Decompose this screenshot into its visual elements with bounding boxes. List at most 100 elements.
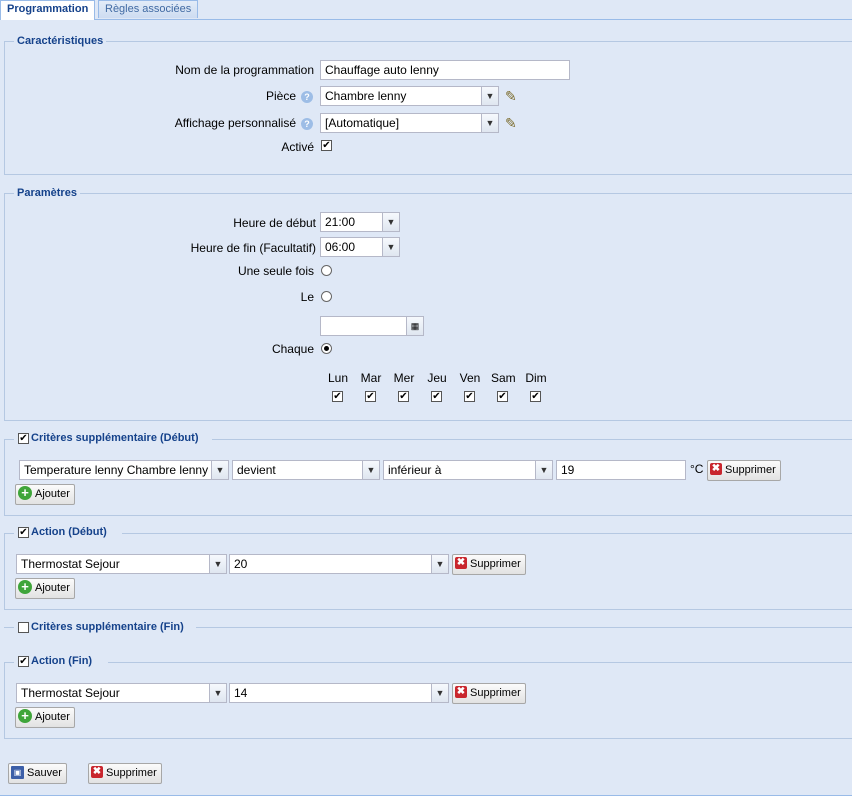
day-label-sam: Sam (491, 371, 516, 385)
action-end-value-select[interactable]: 14 ▼ (229, 683, 449, 703)
tab-programmation[interactable]: Programmation (0, 0, 96, 20)
criteria-condition-select[interactable]: devient ▼ (232, 460, 380, 480)
pencil-icon[interactable]: ✎ (505, 116, 517, 130)
chevron-down-icon[interactable]: ▼ (481, 114, 498, 132)
room-select-value: Chambre lenny (325, 89, 407, 103)
help-icon[interactable]: ? (301, 118, 313, 130)
add-icon: + (18, 580, 32, 595)
every-radio[interactable] (321, 343, 332, 354)
chevron-down-icon[interactable]: ▼ (211, 461, 228, 479)
room-select[interactable]: Chambre lenny ▼ (320, 86, 499, 106)
day-checkbox-lun[interactable]: ✔ (332, 391, 343, 402)
delete-icon: ✖ (91, 766, 103, 779)
action-end-device-value: Thermostat Sejour (21, 686, 120, 700)
floppy-disk-icon: ▣ (11, 765, 24, 779)
tab-regles-associees[interactable]: Règles associées (98, 0, 199, 18)
day-checkbox-sam[interactable]: ✔ (497, 391, 508, 402)
chevron-down-icon[interactable]: ▼ (382, 238, 399, 256)
criteria-operator-select[interactable]: inférieur à ▼ (383, 460, 553, 480)
add-icon: + (18, 486, 32, 501)
once-label: Une seule fois (237, 264, 314, 278)
room-label: Pièce (265, 89, 296, 103)
name-label: Nom de la programmation (175, 63, 314, 77)
tab-label: Règles associées (105, 3, 192, 15)
end-time-select[interactable]: 06:00 ▼ (320, 237, 400, 257)
criteria-sensor-value: Temperature lenny Chambre lenny (24, 463, 209, 477)
add-icon: + (18, 709, 32, 724)
active-checkbox[interactable]: ✔ (321, 140, 332, 151)
action-start-checkbox[interactable]: ✔ (18, 527, 29, 538)
tab-label: Programmation (7, 3, 89, 15)
action-start-add-button[interactable]: + Ajouter (15, 578, 75, 599)
name-input[interactable]: Chauffage auto lenny (320, 60, 570, 80)
end-time-value: 06:00 (325, 240, 356, 254)
delete-label: Supprimer (725, 464, 776, 476)
chevron-down-icon[interactable]: ▼ (209, 684, 226, 702)
delete-icon: ✖ (455, 686, 467, 699)
chevron-down-icon[interactable]: ▼ (481, 87, 498, 105)
action-start-device-select[interactable]: Thermostat Sejour ▼ (16, 554, 227, 574)
legend-parametres: Paramètres (14, 187, 80, 200)
action-start-legend-text: Action (Début) (31, 526, 107, 539)
delete-button[interactable]: ✖ Supprimer (88, 763, 162, 784)
delete-label: Supprimer (470, 558, 521, 570)
criteria-sensor-select[interactable]: Temperature lenny Chambre lenny ▼ (19, 460, 229, 480)
criteria-start-add-button[interactable]: + Ajouter (15, 484, 75, 505)
start-time-select[interactable]: 21:00 ▼ (320, 212, 400, 232)
criteria-value-input[interactable]: 19 (556, 460, 686, 480)
delete-icon: ✖ (710, 463, 722, 476)
chevron-down-icon[interactable]: ▼ (431, 684, 448, 702)
action-start-device-value: Thermostat Sejour (21, 557, 120, 571)
day-label-dim: Dim (525, 371, 547, 385)
day-checkbox-jeu[interactable]: ✔ (431, 391, 442, 402)
chevron-down-icon[interactable]: ▼ (535, 461, 552, 479)
action-end-legend-text: Action (Fin) (31, 655, 93, 668)
help-icon[interactable]: ? (301, 91, 313, 103)
action-end-add-button[interactable]: + Ajouter (15, 707, 75, 728)
save-label: Sauver (27, 767, 62, 779)
calendar-icon[interactable]: ▦ (406, 317, 423, 335)
criteria-end-checkbox[interactable] (18, 622, 29, 633)
day-checkbox-mar[interactable]: ✔ (365, 391, 376, 402)
add-label: Ajouter (35, 488, 70, 500)
criteria-operator-value: inférieur à (388, 463, 442, 477)
add-label: Ajouter (35, 711, 70, 723)
day-label-mar: Mar (360, 371, 382, 385)
start-time-value: 21:00 (325, 215, 356, 229)
pencil-icon[interactable]: ✎ (505, 89, 517, 103)
day-label-jeu: Jeu (427, 371, 447, 385)
action-start-value-select[interactable]: 20 ▼ (229, 554, 449, 574)
day-label-lun: Lun (327, 371, 349, 385)
save-button[interactable]: ▣ Sauver (8, 763, 67, 784)
criteria-start-delete-button[interactable]: ✖ Supprimer (707, 460, 781, 481)
on-date-radio[interactable] (321, 291, 332, 302)
action-end-checkbox[interactable]: ✔ (18, 656, 29, 667)
chevron-down-icon[interactable]: ▼ (382, 213, 399, 231)
day-checkbox-dim[interactable]: ✔ (530, 391, 541, 402)
active-label: Activé (281, 140, 314, 154)
chevron-down-icon[interactable]: ▼ (431, 555, 448, 573)
legend-caracteristiques: Caractéristiques (14, 35, 107, 48)
action-end-device-select[interactable]: Thermostat Sejour ▼ (16, 683, 227, 703)
criteria-start-checkbox[interactable]: ✔ (18, 433, 29, 444)
criteria-start-legend-text: Critères supplémentaire (Début) (31, 432, 199, 445)
action-end-delete-button[interactable]: ✖ Supprimer (452, 683, 526, 704)
once-radio[interactable] (321, 265, 332, 276)
date-field[interactable]: ▦ (320, 316, 424, 336)
start-time-label: Heure de début (233, 216, 316, 230)
day-label-mer: Mer (393, 371, 415, 385)
action-start-delete-button[interactable]: ✖ Supprimer (452, 554, 526, 575)
add-label: Ajouter (35, 582, 70, 594)
criteria-condition-value: devient (237, 463, 276, 477)
display-select-value: [Automatique] (325, 116, 400, 130)
day-checkbox-ven[interactable]: ✔ (464, 391, 475, 402)
action-start-value: 20 (234, 557, 248, 571)
chevron-down-icon[interactable]: ▼ (362, 461, 379, 479)
criteria-unit: °C (690, 462, 704, 476)
criteria-end-legend-text: Critères supplémentaire (Fin) (31, 621, 184, 634)
chevron-down-icon[interactable]: ▼ (209, 555, 226, 573)
delete-icon: ✖ (455, 557, 467, 570)
day-checkbox-mer[interactable]: ✔ (398, 391, 409, 402)
display-select[interactable]: [Automatique] ▼ (320, 113, 499, 133)
action-end-value: 14 (234, 686, 248, 700)
